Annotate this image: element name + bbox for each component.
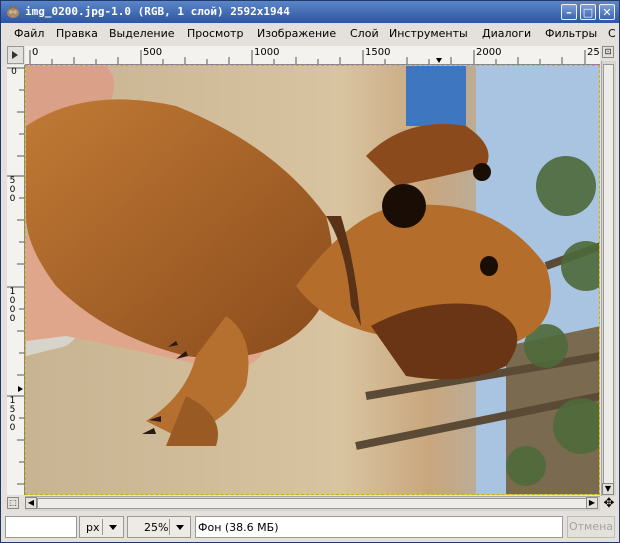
- image-window: img_0200.jpg-1.0 (RGB, 1 слой) 2592x1944…: [0, 0, 620, 543]
- gimp-wilber-icon[interactable]: [5, 4, 21, 20]
- menu-edit[interactable]: Правка: [56, 27, 98, 40]
- ruler-ticks-h: [29, 50, 586, 64]
- menu-image[interactable]: Изображение: [257, 27, 336, 40]
- menu-filters[interactable]: Фильтры: [545, 27, 597, 40]
- close-icon[interactable]: ✕: [599, 4, 615, 20]
- ruler-v-label: 0: [11, 67, 17, 77]
- cancel-button[interactable]: Отмена: [567, 516, 615, 538]
- combo-separator: [102, 519, 103, 535]
- ruler-h-label: 500: [143, 47, 163, 58]
- title-bar[interactable]: img_0200.jpg-1.0 (RGB, 1 слой) 2592x1944…: [1, 1, 619, 23]
- menu-bar: Файл Правка Выделение Просмотр Изображен…: [1, 23, 619, 45]
- quick-mask-toggle-icon[interactable]: ⬚: [7, 497, 19, 509]
- horizontal-scrollbar[interactable]: ◀ ▶: [25, 496, 600, 511]
- scroll-left-icon[interactable]: ◀: [25, 497, 37, 509]
- status-bar: px 25% Фон (38.6 МБ) Отмена: [1, 513, 619, 542]
- zoom-selector[interactable]: 25%: [127, 516, 191, 538]
- dachshund-photo: [26, 66, 599, 494]
- dropdown-arrow-icon: [109, 525, 117, 530]
- status-message: Фон (38.6 МБ): [195, 516, 563, 538]
- unit-value: px: [86, 521, 100, 534]
- ruler-h-label: 2000: [476, 47, 502, 58]
- menu-select[interactable]: Выделение: [109, 27, 175, 40]
- ruler-v-label: 1000: [9, 287, 16, 324]
- vertical-ruler[interactable]: 0 500 1000 1500: [7, 65, 25, 495]
- image-canvas[interactable]: [25, 65, 600, 495]
- ruler-v-label: 500: [9, 176, 16, 204]
- combo-separator: [169, 519, 170, 535]
- zoom-to-fit-icon[interactable]: ⊡: [602, 46, 614, 58]
- vertical-scroll-thumb[interactable]: [603, 64, 614, 490]
- quick-mask-menu-button[interactable]: [7, 46, 24, 64]
- menu-file[interactable]: Файл: [14, 27, 44, 40]
- ruler-h-label: 1500: [365, 47, 391, 58]
- ruler-v-label: 1500: [9, 396, 16, 433]
- dropdown-arrow-icon: [176, 525, 184, 530]
- ruler-h-label: 25: [587, 47, 600, 58]
- minimize-icon[interactable]: –: [561, 4, 577, 20]
- maximize-icon[interactable]: □: [580, 4, 596, 20]
- scroll-down-icon[interactable]: ▼: [602, 483, 614, 495]
- zoom-value: 25%: [144, 521, 169, 534]
- menu-more[interactable]: С: [608, 27, 616, 40]
- horizontal-ruler[interactable]: 0 500 1000 1500 2000 25: [25, 46, 600, 65]
- horizontal-scroll-thumb[interactable]: [37, 498, 587, 509]
- menu-arrow-icon: [12, 51, 18, 59]
- pointer-coordinates: [5, 516, 77, 538]
- menu-tools[interactable]: Инструменты: [389, 27, 468, 40]
- navigate-move-icon[interactable]: ✥: [602, 497, 616, 511]
- scroll-right-icon[interactable]: ▶: [586, 497, 598, 509]
- unit-selector[interactable]: px: [79, 516, 124, 538]
- menu-dialogs[interactable]: Диалоги: [482, 27, 531, 40]
- menu-view[interactable]: Просмотр: [187, 27, 243, 40]
- ruler-h-label: 1000: [254, 47, 280, 58]
- ruler-h-label: 0: [32, 47, 39, 58]
- vertical-scrollbar[interactable]: [601, 61, 616, 496]
- menu-layer[interactable]: Слой: [350, 27, 379, 40]
- window-title: img_0200.jpg-1.0 (RGB, 1 слой) 2592x1944: [25, 5, 290, 18]
